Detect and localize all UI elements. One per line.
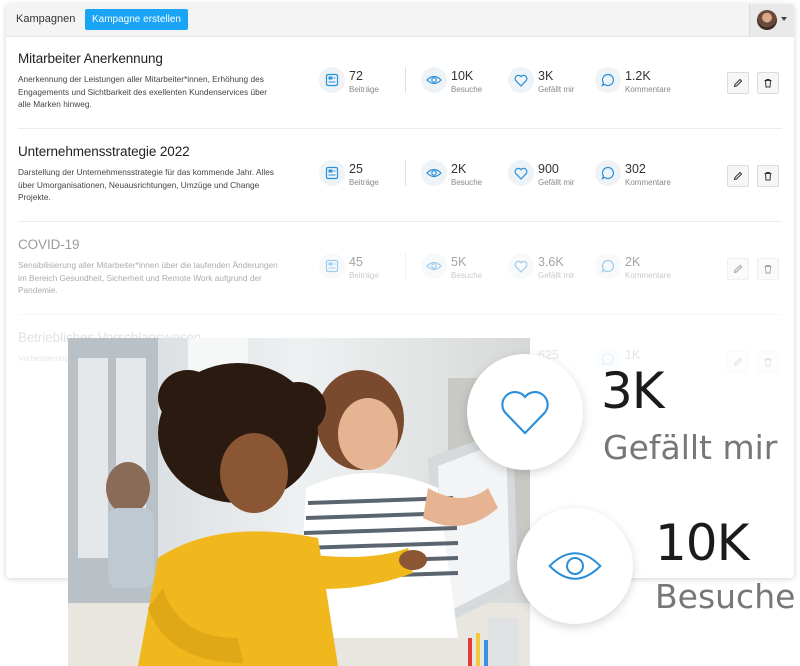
edit-button[interactable] xyxy=(727,72,749,94)
views-highlight xyxy=(517,508,633,624)
page-title: Kampagnen xyxy=(16,13,76,25)
edit-button[interactable] xyxy=(727,165,749,187)
trash-icon xyxy=(764,265,772,274)
document-icon xyxy=(319,67,345,93)
posts-label: Beiträge xyxy=(349,271,379,280)
row-divider xyxy=(18,314,782,315)
chevron-down-icon[interactable] xyxy=(781,17,787,21)
campaign-row[interactable]: COVID-19 Sensibilisierung aller Mitarbei… xyxy=(6,223,794,315)
views-label: Besuche xyxy=(451,178,483,187)
likes-label: Gefällt mir xyxy=(538,85,575,94)
heart-icon xyxy=(508,160,534,186)
pencil-icon xyxy=(733,357,743,367)
pencil-icon xyxy=(733,264,743,274)
comments-value: 1K xyxy=(625,348,641,362)
campaign-description: Darstellung der Unternehmensstrategie fü… xyxy=(18,167,274,202)
views-value: 5K xyxy=(451,255,467,269)
campaign-row[interactable]: Unternehmensstrategie 2022 Darstellung d… xyxy=(6,130,794,222)
posts-value: 25 xyxy=(349,162,363,176)
posts-label: Beiträge xyxy=(349,178,379,187)
eye-icon xyxy=(421,160,447,186)
delete-button[interactable] xyxy=(757,72,779,94)
heart-icon xyxy=(508,253,534,279)
likes-label: Gefällt mir xyxy=(538,271,575,280)
heart-icon xyxy=(508,67,534,93)
comments-label: Kommentare xyxy=(625,271,671,280)
posts-value: 45 xyxy=(349,255,363,269)
likes-value: 900 xyxy=(538,162,559,176)
divider xyxy=(405,160,406,186)
edit-button[interactable] xyxy=(727,258,749,280)
trash-icon xyxy=(764,172,772,181)
user-menu[interactable] xyxy=(749,4,794,36)
row-divider xyxy=(18,128,782,129)
eye-icon xyxy=(421,253,447,279)
comment-icon xyxy=(595,253,621,279)
campaign-description: Sensibilisierung aller Mitarbeiter*innen… xyxy=(18,260,278,295)
avatar[interactable] xyxy=(757,10,777,30)
document-icon xyxy=(319,253,345,279)
heart-icon xyxy=(501,391,549,435)
eye-icon xyxy=(548,552,602,580)
delete-button[interactable] xyxy=(757,351,779,373)
delete-button[interactable] xyxy=(757,165,779,187)
trash-icon xyxy=(764,79,772,88)
comment-icon xyxy=(595,160,621,186)
views-value: 2K xyxy=(451,162,467,176)
divider xyxy=(405,67,406,93)
comments-value: 302 xyxy=(625,162,646,176)
comments-value: 2K xyxy=(625,255,641,269)
edit-button[interactable] xyxy=(727,351,749,373)
likes-highlight-label: Gefällt mir xyxy=(603,428,778,467)
trash-icon xyxy=(764,358,772,367)
likes-value: 3.6K xyxy=(538,255,564,269)
campaign-row[interactable]: Mitarbeiter Anerkennung Anerkennung der … xyxy=(6,37,794,129)
views-highlight-value: 10K xyxy=(655,514,749,572)
eye-icon xyxy=(421,67,447,93)
top-bar: Kampagnen Kampagne erstellen xyxy=(6,4,794,37)
campaign-title[interactable]: COVID-19 xyxy=(18,237,80,252)
delete-button[interactable] xyxy=(757,258,779,280)
likes-highlight xyxy=(467,354,583,470)
likes-highlight-value: 3K xyxy=(601,362,665,420)
create-campaign-button[interactable]: Kampagne erstellen xyxy=(85,9,188,30)
likes-value: 3K xyxy=(538,69,554,83)
comments-label: Kommentare xyxy=(625,85,671,94)
comments-label: Kommentare xyxy=(625,178,671,187)
campaign-title[interactable]: Mitarbeiter Anerkennung xyxy=(18,51,163,66)
campaign-description: Anerkennung der Leistungen aller Mitarbe… xyxy=(18,74,268,109)
office-photo-illustration xyxy=(68,338,530,666)
views-label: Besuche xyxy=(451,85,483,94)
divider xyxy=(405,253,406,279)
campaign-title[interactable]: Unternehmensstrategie 2022 xyxy=(18,144,190,159)
pencil-icon xyxy=(733,78,743,88)
views-value: 10K xyxy=(451,69,474,83)
pencil-icon xyxy=(733,171,743,181)
likes-label: Gefällt mir xyxy=(538,178,575,187)
posts-label: Beiträge xyxy=(349,85,379,94)
row-divider xyxy=(18,221,782,222)
views-highlight-label: Besuche xyxy=(655,577,796,616)
document-icon xyxy=(319,160,345,186)
comment-icon xyxy=(595,67,621,93)
comments-value: 1.2K xyxy=(625,69,651,83)
views-label: Besuche xyxy=(451,271,483,280)
posts-value: 72 xyxy=(349,69,363,83)
office-photo xyxy=(68,338,530,666)
